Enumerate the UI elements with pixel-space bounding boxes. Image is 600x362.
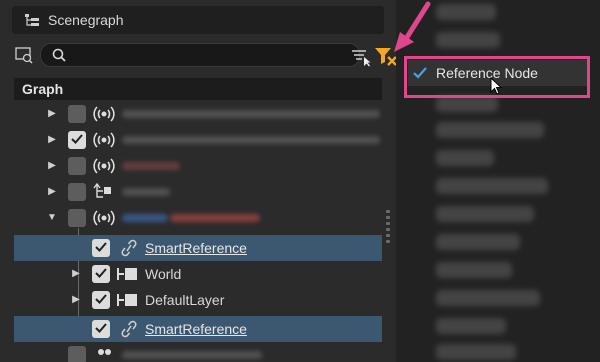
obscured-label: [122, 136, 380, 144]
broadcast-icon: [93, 210, 115, 226]
menu-item-obscured[interactable]: [436, 150, 494, 166]
visibility-checkbox[interactable]: [92, 239, 110, 257]
checkmark-icon: [95, 323, 107, 333]
obscured-label: [122, 188, 170, 196]
search-input[interactable]: [40, 43, 360, 67]
visibility-checkbox[interactable]: [92, 291, 110, 309]
tree-row[interactable]: ▶ DefaultLayer: [14, 287, 382, 313]
scenegraph-icon: [25, 14, 39, 26]
tree-row[interactable]: ▼: [14, 205, 382, 231]
broadcast-icon: [93, 106, 115, 122]
menu-item-obscured[interactable]: [436, 206, 534, 222]
obscured-label: [122, 110, 380, 118]
link-icon: [121, 320, 137, 338]
visibility-checkbox[interactable]: [68, 209, 86, 227]
tree-row[interactable]: ▶: [14, 101, 382, 127]
node-label[interactable]: SmartReference: [145, 321, 247, 337]
expand-arrow-icon[interactable]: ▶: [46, 108, 58, 120]
panel-titlebar: Scenegraph: [12, 6, 384, 34]
expand-arrow-icon[interactable]: ▶: [70, 268, 82, 280]
menu-item-obscured[interactable]: [436, 32, 500, 48]
tree-row-selected[interactable]: SmartReference: [14, 235, 382, 261]
annotation-arrow-icon: [394, 1, 431, 52]
tree-row[interactable]: ▶ World: [14, 261, 382, 287]
obscured-label: [122, 351, 262, 359]
menu-item-obscured[interactable]: [436, 262, 512, 278]
expand-arrow-icon[interactable]: ▶: [46, 186, 58, 198]
search-row: [12, 42, 397, 68]
scenegraph-panel: Scenegraph Graph ▶ ▶ ▶ ▶ ▼ SmartReferenc…: [0, 0, 397, 362]
search-icon: [52, 48, 66, 62]
panel-splitter[interactable]: [386, 210, 390, 250]
broadcast-icon: [93, 132, 115, 148]
node-label: World: [145, 266, 182, 282]
visibility-checkbox[interactable]: [68, 131, 86, 149]
checkmark-icon: [95, 294, 107, 304]
menu-item-obscured[interactable]: [436, 290, 540, 306]
checkmark-icon: [95, 242, 107, 252]
visibility-checkbox[interactable]: [92, 320, 110, 338]
node-icon: [117, 268, 137, 280]
expand-arrow-icon[interactable]: ▶: [46, 160, 58, 172]
visibility-checkbox[interactable]: [68, 157, 86, 175]
group-icon: [98, 349, 111, 355]
tree-row[interactable]: [14, 342, 382, 362]
menu-item-obscured[interactable]: [436, 4, 496, 20]
checkmark-icon: [95, 268, 107, 278]
collapse-arrow-icon[interactable]: ▼: [46, 212, 58, 224]
menu-item-obscured[interactable]: [436, 234, 520, 250]
menu-item-obscured[interactable]: [436, 344, 516, 360]
expand-arrow-icon[interactable]: ▶: [70, 294, 82, 306]
menu-item-obscured[interactable]: [436, 96, 498, 112]
menu-item-obscured[interactable]: [436, 178, 548, 194]
visibility-checkbox[interactable]: [68, 346, 86, 362]
node-label[interactable]: SmartReference: [145, 240, 247, 256]
tree-row[interactable]: ▶: [14, 127, 382, 153]
mouse-cursor-icon: [490, 77, 502, 95]
viewer-filter-icon[interactable]: [14, 45, 34, 65]
obscured-label: [122, 162, 180, 170]
node-label: DefaultLayer: [145, 292, 225, 308]
broadcast-icon: [93, 158, 115, 174]
visibility-checkbox[interactable]: [68, 105, 86, 123]
visibility-checkbox[interactable]: [92, 265, 110, 283]
expand-arrow-icon[interactable]: ▶: [46, 134, 58, 146]
visibility-checkbox[interactable]: [68, 183, 86, 201]
obscured-label: [122, 214, 168, 222]
checkmark-icon: [71, 134, 83, 144]
tree-row[interactable]: ▶: [14, 153, 382, 179]
tree-row-selected[interactable]: SmartReference: [14, 316, 382, 342]
scenegraph-tree: ▶ ▶ ▶ ▶ ▼ SmartReference ▶ World ▶ Defau…: [14, 100, 382, 362]
node-icon: [117, 294, 137, 306]
link-icon: [121, 239, 137, 257]
panel-title: Scenegraph: [48, 12, 124, 28]
obscured-label: [170, 214, 260, 222]
tree-row[interactable]: ▶: [14, 179, 382, 205]
filter-options-icon[interactable]: [350, 47, 372, 67]
menu-item-obscured[interactable]: [436, 318, 506, 334]
menu-item-obscured[interactable]: [436, 122, 544, 138]
hierarchy-node-icon: [93, 183, 111, 198]
graph-header: Graph: [14, 78, 382, 100]
